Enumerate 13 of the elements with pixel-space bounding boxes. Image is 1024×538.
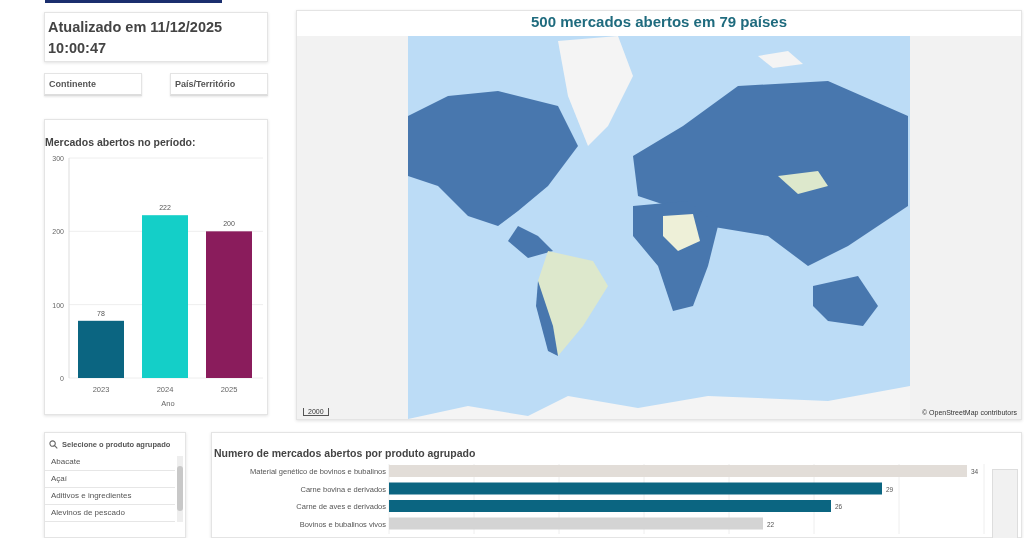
filter-dropdown[interactable]: País/Território — [170, 73, 268, 96]
list-item[interactable]: Abacate — [45, 454, 175, 471]
chart-overview-scrollbar[interactable] — [992, 469, 1018, 538]
last-updated-text: Atualizado em 11/12/2025 10:00:47 — [44, 12, 268, 62]
chart-title: Numero de mercados abertos por produto agrupado — [214, 447, 477, 459]
filter-dropdown[interactable]: Continente — [44, 73, 142, 96]
search-icon — [49, 440, 58, 449]
list-item[interactable]: Alevinos de pescado — [45, 505, 175, 522]
map-title: 500 mercados abertos em 79 países — [297, 11, 1021, 36]
scrollbar[interactable] — [177, 456, 183, 522]
chart-title: Mercados abertos no período: — [45, 136, 197, 148]
list-item[interactable]: Açaí — [45, 471, 175, 488]
list-item[interactable]: Aditivos e ingredientes — [45, 488, 175, 505]
